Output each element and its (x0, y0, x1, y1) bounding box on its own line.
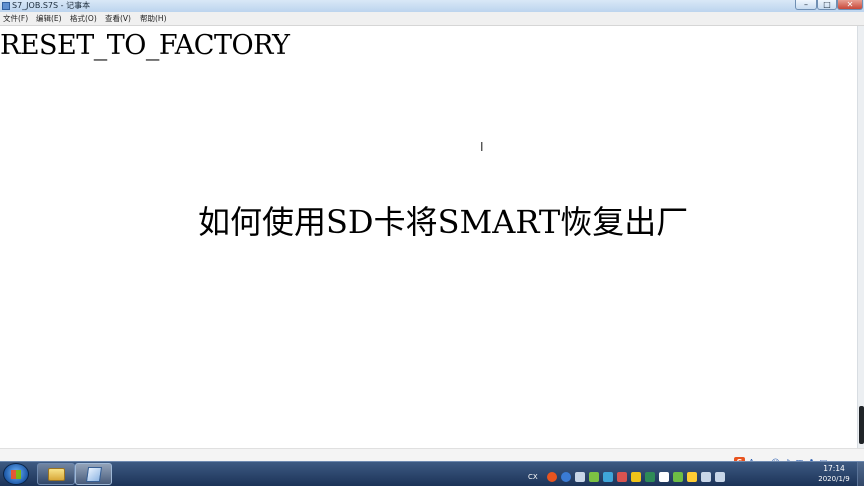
menu-file[interactable]: 文件(F) (3, 12, 28, 25)
arrow-tray-icon[interactable] (574, 471, 585, 482)
folder-icon (48, 468, 65, 481)
menu-view[interactable]: 查看(V) (105, 12, 131, 25)
wechat-tray-icon[interactable] (672, 471, 683, 482)
clock-date[interactable]: 2020/1/9 (812, 474, 856, 484)
text-cursor-ibeam: I (480, 140, 484, 154)
menu-help[interactable]: 帮助(H) (140, 12, 167, 25)
minimize-button[interactable]: – (795, 0, 817, 10)
menu-bar: 文件(F) 编辑(E) 格式(O) 查看(V) 帮助(H) (0, 12, 864, 26)
system-tray: CX (528, 466, 729, 482)
taskbar-explorer-button[interactable] (37, 463, 75, 485)
notepad-icon (85, 467, 103, 482)
app-tray-icon-6[interactable] (658, 471, 669, 482)
app-tray-icon-2[interactable] (602, 471, 613, 482)
app-tray-icon-5[interactable] (644, 471, 655, 482)
help-tray-icon[interactable] (560, 471, 571, 482)
menu-format[interactable]: 格式(O) (70, 12, 97, 25)
close-button[interactable]: ✕ (837, 0, 863, 10)
ime-toolbar: SA·,☺♪▦♣▤ (734, 450, 830, 468)
network-tray-icon[interactable] (700, 471, 711, 482)
taskbar-notepad-button[interactable] (75, 463, 112, 485)
app-tray-icon-7[interactable] (686, 471, 697, 482)
text-line-title: 如何使用SD卡将SMART恢复出厂 (198, 203, 689, 241)
volume-tray-icon[interactable] (714, 471, 725, 482)
text-line-reset-to-factory: RESET_TO_FACTORY (0, 30, 290, 61)
app-tray-icon-4[interactable] (630, 471, 641, 482)
status-strip: SA·,☺♪▦♣▤ (0, 448, 864, 468)
start-button[interactable] (3, 463, 29, 485)
clock-time[interactable]: 17:14 (812, 464, 856, 474)
maximize-button[interactable]: □ (817, 0, 837, 10)
taskbar: CX 17:14 2020/1/9 (0, 461, 864, 486)
show-desktop-button[interactable] (857, 462, 864, 486)
text-editor-area[interactable]: RESET_TO_FACTORY I 如何使用SD卡将SMART恢复出厂 (0, 26, 857, 448)
sogou-tray-icon[interactable] (546, 471, 557, 482)
vertical-scroll-thumb[interactable] (859, 406, 864, 444)
app-tray-icon-3[interactable] (616, 471, 627, 482)
menu-edit[interactable]: 编辑(E) (36, 12, 62, 25)
notepad-app-icon[interactable] (2, 2, 10, 10)
vertical-scrollbar[interactable] (857, 26, 864, 448)
app-tray-icon-1[interactable] (588, 471, 599, 482)
tray-language-indicator[interactable]: CX (528, 473, 538, 481)
window-title: S7_JOB.S7S - 记事本 (12, 1, 91, 10)
